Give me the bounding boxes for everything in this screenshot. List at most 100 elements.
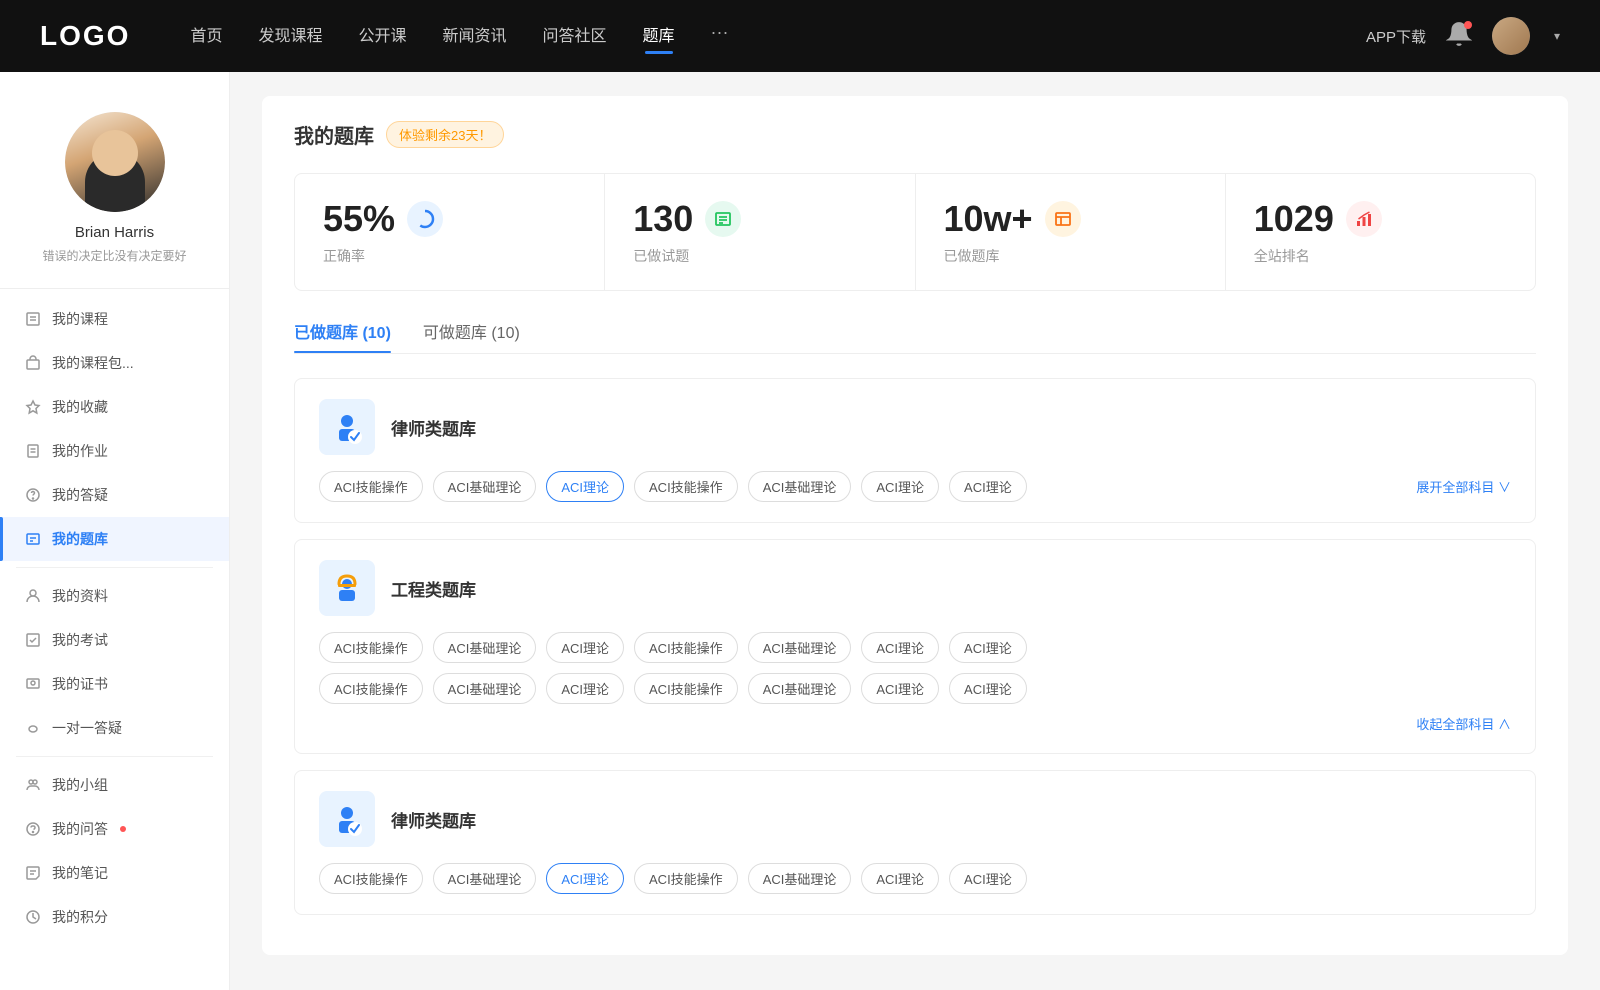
sidebar-item-favorites[interactable]: 我的收藏 <box>0 385 229 429</box>
tab-done[interactable]: 已做题库 (10) <box>294 319 391 353</box>
tag-0-4[interactable]: ACI基础理论 <box>748 471 852 502</box>
stats-row: 55% 正确率 130 <box>294 173 1536 291</box>
sidebar-label-profile: 我的资料 <box>52 586 108 606</box>
nav-item-news[interactable]: 新闻资讯 <box>443 22 507 50</box>
tag-1-r1-5[interactable]: ACI理论 <box>861 632 939 663</box>
tag-1-r1-6[interactable]: ACI理论 <box>949 632 1027 663</box>
qbank-tabs: 已做题库 (10) 可做题库 (10) <box>294 319 1536 354</box>
tag-1-r1-3[interactable]: ACI技能操作 <box>634 632 738 663</box>
sidebar-item-oneone[interactable]: 一对一答疑 <box>0 706 229 750</box>
logo: LOGO <box>40 20 130 52</box>
stat-done-q-top: 130 <box>633 198 886 240</box>
stat-done-b-top: 10w+ <box>944 198 1197 240</box>
sidebar-label-score: 我的积分 <box>52 907 108 927</box>
tag-1-r1-2[interactable]: ACI理论 <box>546 632 624 663</box>
nav-item-qa[interactable]: 问答社区 <box>543 22 607 50</box>
sidebar-item-group[interactable]: 我的小组 <box>0 763 229 807</box>
app-download-button[interactable]: APP下载 <box>1366 26 1426 47</box>
qbank-icon <box>24 530 42 548</box>
tag-1-r2-4[interactable]: ACI基础理论 <box>748 673 852 704</box>
stat-done-q: 130 已做试题 <box>605 174 915 290</box>
stat-rank-label: 全站排名 <box>1254 246 1507 266</box>
tag-2-2[interactable]: ACI理论 <box>546 863 624 894</box>
stat-done-q-label: 已做试题 <box>633 246 886 266</box>
stat-done-q-value: 130 <box>633 198 693 240</box>
sidebar-item-package[interactable]: 我的课程包... <box>0 341 229 385</box>
qbank-card-1: 工程类题库 ACI技能操作 ACI基础理论 ACI理论 ACI技能操作 ACI基… <box>294 539 1536 754</box>
nav-right: APP下载 ▾ <box>1366 17 1560 55</box>
tag-0-0[interactable]: ACI技能操作 <box>319 471 423 502</box>
tag-1-r1-4[interactable]: ACI基础理论 <box>748 632 852 663</box>
sidebar-item-profile[interactable]: 我的资料 <box>0 574 229 618</box>
sidebar-label-notes: 我的笔记 <box>52 863 108 883</box>
package-icon <box>24 354 42 372</box>
profile-avatar <box>65 112 165 212</box>
accuracy-icon <box>407 201 443 237</box>
qbank-avatar-2 <box>319 791 375 847</box>
sidebar-label-exam: 我的考试 <box>52 630 108 650</box>
tag-1-r2-2[interactable]: ACI理论 <box>546 673 624 704</box>
tag-1-r2-5[interactable]: ACI理论 <box>861 673 939 704</box>
navbar: LOGO 首页 发现课程 公开课 新闻资讯 问答社区 题库 ··· APP下载 … <box>0 0 1600 72</box>
user-menu-chevron[interactable]: ▾ <box>1554 29 1560 43</box>
nav-item-qbank[interactable]: 题库 <box>643 22 675 50</box>
bell-notification-dot <box>1464 21 1472 29</box>
sidebar-item-qbank[interactable]: 我的题库 <box>0 517 229 561</box>
sidebar-item-myqa[interactable]: 我的问答 <box>0 807 229 851</box>
main-content: 我的题库 体验剩余23天！ 55% 正确率 <box>230 72 1600 990</box>
expand-link-0[interactable]: 展开全部科目 ∨ <box>1416 477 1511 496</box>
tag-2-4[interactable]: ACI基础理论 <box>748 863 852 894</box>
notification-bell[interactable] <box>1446 21 1472 52</box>
sidebar-label-package: 我的课程包... <box>52 353 134 373</box>
tag-2-1[interactable]: ACI基础理论 <box>433 863 537 894</box>
sidebar-item-notes[interactable]: 我的笔记 <box>0 851 229 895</box>
tag-1-r2-0[interactable]: ACI技能操作 <box>319 673 423 704</box>
nav-item-more[interactable]: ··· <box>711 22 729 50</box>
tab-available[interactable]: 可做题库 (10) <box>423 319 520 353</box>
tag-2-6[interactable]: ACI理论 <box>949 863 1027 894</box>
sidebar-label-cert: 我的证书 <box>52 674 108 694</box>
user-avatar[interactable] <box>1492 17 1530 55</box>
tag-0-5[interactable]: ACI理论 <box>861 471 939 502</box>
score-icon <box>24 908 42 926</box>
tag-1-r1-0[interactable]: ACI技能操作 <box>319 632 423 663</box>
tag-1-r2-6[interactable]: ACI理论 <box>949 673 1027 704</box>
sidebar-item-cert[interactable]: 我的证书 <box>0 662 229 706</box>
profile-section: Brian Harris 错误的决定比没有决定要好 <box>0 96 229 289</box>
tag-2-5[interactable]: ACI理论 <box>861 863 939 894</box>
tag-1-r1-1[interactable]: ACI基础理论 <box>433 632 537 663</box>
tag-2-0[interactable]: ACI技能操作 <box>319 863 423 894</box>
tag-1-r2-1[interactable]: ACI基础理论 <box>433 673 537 704</box>
tag-0-2[interactable]: ACI理论 <box>546 471 624 502</box>
stat-accuracy-value: 55% <box>323 198 395 240</box>
sidebar-item-course[interactable]: 我的课程 <box>0 297 229 341</box>
sidebar-label-oneone: 一对一答疑 <box>52 718 122 738</box>
stat-rank: 1029 全站排名 <box>1226 174 1535 290</box>
myqa-dot <box>120 826 126 832</box>
myqa-icon <box>24 820 42 838</box>
sidebar-divider-1 <box>16 567 213 568</box>
tag-2-3[interactable]: ACI技能操作 <box>634 863 738 894</box>
sidebar-item-score[interactable]: 我的积分 <box>0 895 229 939</box>
tag-1-r2-3[interactable]: ACI技能操作 <box>634 673 738 704</box>
stat-done-b-label: 已做题库 <box>944 246 1197 266</box>
group-icon <box>24 776 42 794</box>
sidebar-divider-2 <box>16 756 213 757</box>
sidebar-label-course: 我的课程 <box>52 309 108 329</box>
sidebar-item-answer[interactable]: 我的答疑 <box>0 473 229 517</box>
qbank-avatar-0 <box>319 399 375 455</box>
collapse-link-1[interactable]: 收起全部科目 ∧ <box>319 714 1511 733</box>
sidebar-label-favorites: 我的收藏 <box>52 397 108 417</box>
qbank-title-2: 律师类题库 <box>391 807 476 832</box>
homework-icon <box>24 442 42 460</box>
tag-0-6[interactable]: ACI理论 <box>949 471 1027 502</box>
sidebar-label-answer: 我的答疑 <box>52 485 108 505</box>
tag-0-3[interactable]: ACI技能操作 <box>634 471 738 502</box>
nav-item-courses[interactable]: 发现课程 <box>258 22 322 50</box>
sidebar-label-homework: 我的作业 <box>52 441 108 461</box>
sidebar-item-exam[interactable]: 我的考试 <box>0 618 229 662</box>
sidebar-item-homework[interactable]: 我的作业 <box>0 429 229 473</box>
tag-0-1[interactable]: ACI基础理论 <box>433 471 537 502</box>
nav-item-open[interactable]: 公开课 <box>358 22 406 50</box>
nav-item-home[interactable]: 首页 <box>190 22 222 50</box>
